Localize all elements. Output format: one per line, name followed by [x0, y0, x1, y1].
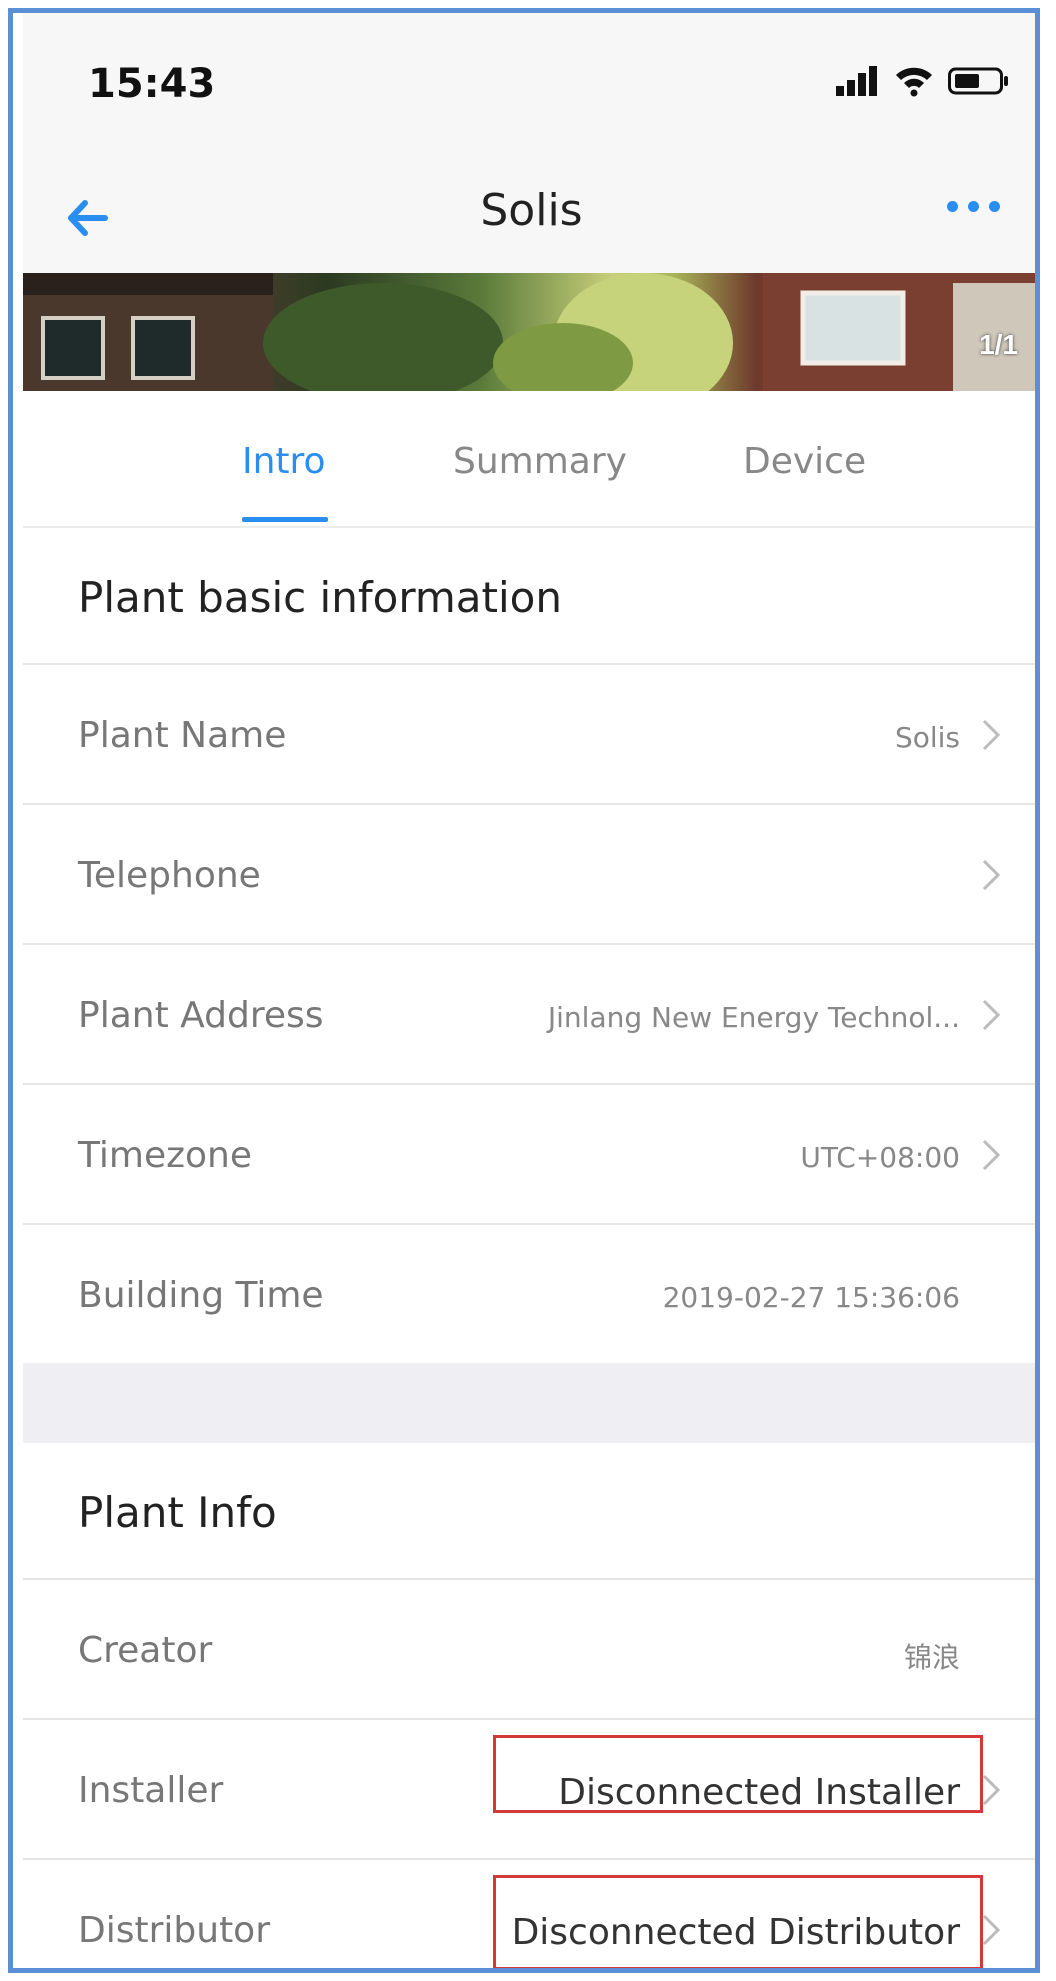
plant-photo-banner[interactable]: 1/1: [23, 273, 1035, 391]
chevron-right-icon: [982, 1774, 1001, 1806]
highlight-box-distributor: [493, 1875, 983, 1968]
row-plant-address[interactable]: Plant Address Jinlang New Energy Technol…: [23, 945, 1035, 1085]
highlight-box-installer: [493, 1735, 983, 1813]
tab-bar: Intro Summary Device: [23, 391, 1035, 528]
tab-summary[interactable]: Summary: [453, 441, 627, 482]
row-label: Installer: [78, 1770, 224, 1811]
status-bar: 15:43: [23, 13, 1035, 163]
row-label: Creator: [78, 1630, 213, 1671]
image-counter: 1/1: [979, 329, 1018, 360]
row-plant-name[interactable]: Plant Name Solis: [23, 665, 1035, 805]
more-horizontal-icon[interactable]: [947, 201, 1000, 212]
row-value: Jinlang New Energy Technol...: [547, 1001, 960, 1034]
row-value: 2019-02-27 15:36:06: [662, 1281, 960, 1314]
tab-device[interactable]: Device: [743, 441, 866, 482]
row-label: Distributor: [78, 1910, 271, 1951]
app-page: 15:43 Solis 1/1 Intro Summary Device Pla…: [23, 13, 1035, 1968]
wifi-icon: [896, 67, 932, 97]
page-title: Solis: [480, 185, 583, 236]
chevron-right-icon: [982, 1139, 1001, 1171]
row-telephone[interactable]: Telephone: [23, 805, 1035, 945]
signal-icon: [836, 66, 877, 96]
row-label: Building Time: [78, 1275, 324, 1316]
tab-intro[interactable]: Intro: [242, 441, 326, 482]
row-creator: Creator 锦浪: [23, 1580, 1035, 1720]
row-timezone[interactable]: Timezone UTC+08:00: [23, 1085, 1035, 1225]
row-label: Timezone: [78, 1135, 252, 1176]
section-divider: [23, 1363, 1035, 1443]
row-label: Plant Name: [78, 715, 287, 756]
plant-photo: [23, 273, 1035, 391]
row-value: 锦浪: [903, 1641, 960, 1674]
row-value: UTC+08:00: [800, 1141, 960, 1174]
section-header-basic-info: Plant basic information: [23, 528, 1035, 665]
status-time: 15:43: [88, 61, 216, 107]
section-title: Plant Info: [78, 1488, 277, 1537]
navigation-bar: Solis: [23, 163, 1035, 273]
status-icons: [836, 65, 1010, 97]
row-label: Telephone: [78, 855, 261, 896]
section-header-plant-info: Plant Info: [23, 1443, 1035, 1580]
chevron-right-icon: [982, 719, 1001, 751]
chevron-right-icon: [982, 859, 1001, 891]
chevron-right-icon: [982, 999, 1001, 1031]
chevron-right-icon: [982, 1914, 1001, 1946]
row-value: Solis: [894, 721, 960, 754]
section-title: Plant basic information: [78, 573, 562, 622]
row-label: Plant Address: [78, 995, 324, 1036]
screenshot-frame: 15:43 Solis 1/1 Intro Summary Device Pla…: [8, 8, 1040, 1973]
battery-icon: [948, 67, 1008, 95]
row-building-time: Building Time 2019-02-27 15:36:06: [23, 1225, 1035, 1365]
tab-active-indicator: [242, 517, 328, 522]
